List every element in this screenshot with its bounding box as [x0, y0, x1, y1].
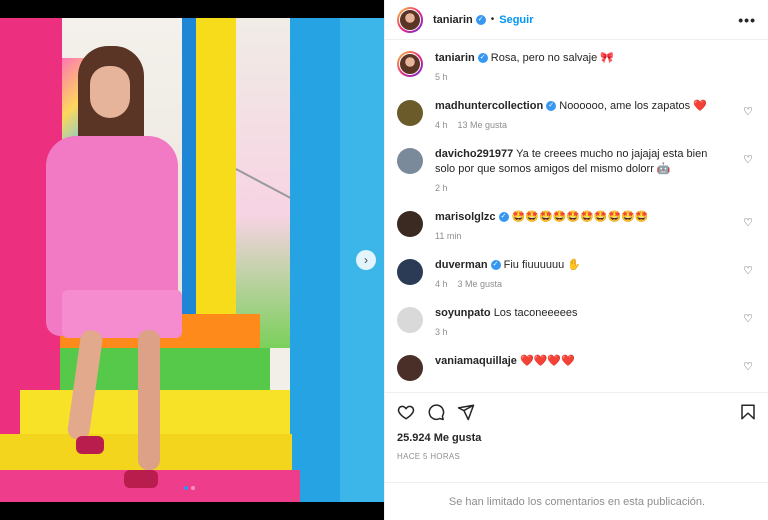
verified-badge-icon: ✓ — [477, 53, 488, 64]
comment-body: marisolglzc ✓ 🤩🤩🤩🤩🤩🤩🤩🤩🤩🤩 11 min — [435, 210, 725, 244]
person-dress-hem — [62, 290, 182, 338]
comment-body: davicho291977 Ya te creees mucho no jaja… — [435, 147, 725, 196]
comment-body: soyunpato Los taconeeeees 3 h — [435, 306, 725, 340]
carousel-dot — [191, 486, 195, 490]
post-media[interactable]: › — [0, 0, 384, 520]
comment-row: davicho291977 Ya te creees mucho no jaja… — [397, 147, 757, 196]
comment-time[interactable]: 4 h — [435, 118, 448, 133]
comment-meta: 11 min — [435, 229, 725, 244]
post-timestamp[interactable]: HACE 5 HORAS — [397, 452, 757, 461]
comment-meta: 3 h — [435, 325, 725, 340]
likes-count[interactable]: 25.924 Me gusta — [397, 432, 757, 444]
comment-username[interactable]: vaniamaquillaje — [435, 355, 517, 367]
comment-row: marisolglzc ✓ 🤩🤩🤩🤩🤩🤩🤩🤩🤩🤩 11 min ♡ — [397, 210, 757, 244]
verified-badge-icon: ✓ — [546, 101, 557, 112]
share-icon[interactable] — [457, 403, 475, 421]
next-image-button[interactable]: › — [356, 250, 376, 270]
comment-username[interactable]: marisolglzc — [435, 211, 496, 223]
comments-list[interactable]: taniarin ✓ Rosa, pero no salvaje 🎀 5 h ma… — [385, 41, 768, 389]
comment-like-heart-icon[interactable]: ♡ — [743, 264, 753, 277]
verified-badge-icon: ✓ — [498, 212, 509, 223]
follow-button[interactable]: Seguir — [499, 14, 533, 26]
comment-meta: 2 h — [435, 181, 725, 196]
comment-body: vaniamaquillaje ❤️❤️❤️❤️ — [435, 354, 725, 369]
comment-row: madhuntercollection ✓ Noooooo, ame los za… — [397, 99, 757, 133]
comment-username[interactable]: madhuntercollection — [435, 100, 543, 112]
comment-like-heart-icon[interactable]: ♡ — [743, 153, 753, 166]
person-shoe-right — [124, 470, 158, 488]
caption-username[interactable]: taniarin — [435, 52, 475, 64]
commenter-avatar[interactable] — [397, 148, 423, 174]
comment-likes[interactable]: 3 Me gusta — [458, 277, 503, 292]
more-options-icon[interactable]: ••• — [738, 12, 756, 28]
commenter-avatar[interactable] — [397, 211, 423, 237]
caption-body: taniarin ✓ Rosa, pero no salvaje 🎀 5 h — [435, 51, 725, 85]
person-shoe-left — [76, 436, 104, 454]
heart-icon[interactable] — [397, 403, 415, 421]
photo-yellow-beam — [196, 18, 236, 318]
caption-text: Rosa, pero no salvaje 🎀 — [490, 52, 614, 64]
comment-body: madhuntercollection ✓ Noooooo, ame los za… — [435, 99, 725, 133]
caption-meta: 5 h — [435, 70, 725, 85]
action-icons — [397, 403, 757, 421]
commenter-avatar[interactable] — [397, 307, 423, 333]
header-separator: • — [490, 14, 495, 25]
comment-text: ❤️❤️❤️❤️ — [520, 355, 575, 367]
comment-row: duverman ✓ Fiu fiuuuuuu ✋ 4 h 3 Me gusta ♡ — [397, 258, 757, 292]
comment-like-heart-icon[interactable]: ♡ — [743, 105, 753, 118]
comment-time[interactable]: 4 h — [435, 277, 448, 292]
caption-avatar[interactable] — [397, 51, 423, 77]
comment-text: Los taconeeeees — [493, 307, 578, 319]
verified-badge-icon: ✓ — [475, 14, 486, 25]
comment-text: Fiu fiuuuuuu ✋ — [503, 259, 581, 271]
comment-username[interactable]: davicho291977 — [435, 148, 513, 160]
comment-time[interactable]: 11 min — [435, 229, 461, 244]
comment-icon[interactable] — [427, 403, 445, 421]
photo-person — [40, 40, 190, 500]
comment-meta: 4 h 13 Me gusta — [435, 118, 725, 133]
comment-username[interactable]: soyunpato — [435, 307, 491, 319]
person-leg-right — [138, 330, 160, 470]
caption-row: taniarin ✓ Rosa, pero no salvaje 🎀 5 h — [397, 51, 757, 85]
chevron-right-icon: › — [364, 253, 368, 267]
comment-like-heart-icon[interactable]: ♡ — [743, 360, 753, 373]
author-username[interactable]: taniarin — [433, 14, 473, 26]
comment-meta: 4 h 3 Me gusta — [435, 277, 725, 292]
photo-blue-pillar — [290, 18, 340, 502]
comment-text: 🤩🤩🤩🤩🤩🤩🤩🤩🤩🤩 — [511, 211, 649, 223]
caption-time[interactable]: 5 h — [435, 70, 448, 85]
author-avatar-image — [399, 8, 421, 31]
comment-row: soyunpato Los taconeeeees 3 h ♡ — [397, 306, 757, 340]
comment-time[interactable]: 2 h — [435, 181, 448, 196]
carousel-indicator — [184, 486, 195, 490]
person-leg-left — [66, 329, 104, 441]
comment-like-heart-icon[interactable]: ♡ — [743, 216, 753, 229]
post-header: taniarin ✓ • Seguir ••• — [385, 0, 768, 40]
comment-username[interactable]: duverman — [435, 259, 488, 271]
person-face — [90, 66, 130, 118]
post-side-panel: taniarin ✓ • Seguir ••• taniarin ✓ Rosa, … — [384, 0, 768, 520]
caption-avatar-image — [399, 53, 421, 75]
commenter-avatar[interactable] — [397, 355, 423, 381]
comment-row: vaniamaquillaje ❤️❤️❤️❤️ ♡ — [397, 354, 757, 381]
comment-body: duverman ✓ Fiu fiuuuuuu ✋ 4 h 3 Me gusta — [435, 258, 725, 292]
comment-time[interactable]: 3 h — [435, 325, 448, 340]
bookmark-icon[interactable] — [739, 403, 757, 421]
post-actions: 25.924 Me gusta HACE 5 HORAS — [385, 392, 768, 461]
comment-text: Noooooo, ame los zapatos ❤️ — [559, 100, 707, 112]
commenter-avatar[interactable] — [397, 100, 423, 126]
verified-badge-icon: ✓ — [490, 260, 501, 271]
post-photo — [0, 18, 384, 502]
comment-like-heart-icon[interactable]: ♡ — [743, 312, 753, 325]
author-avatar[interactable] — [397, 6, 423, 33]
comment-likes[interactable]: 13 Me gusta — [458, 118, 508, 133]
carousel-dot-active — [184, 486, 188, 490]
commenter-avatar[interactable] — [397, 259, 423, 285]
comments-limited-notice: Se han limitado los comentarios en esta … — [385, 482, 768, 520]
